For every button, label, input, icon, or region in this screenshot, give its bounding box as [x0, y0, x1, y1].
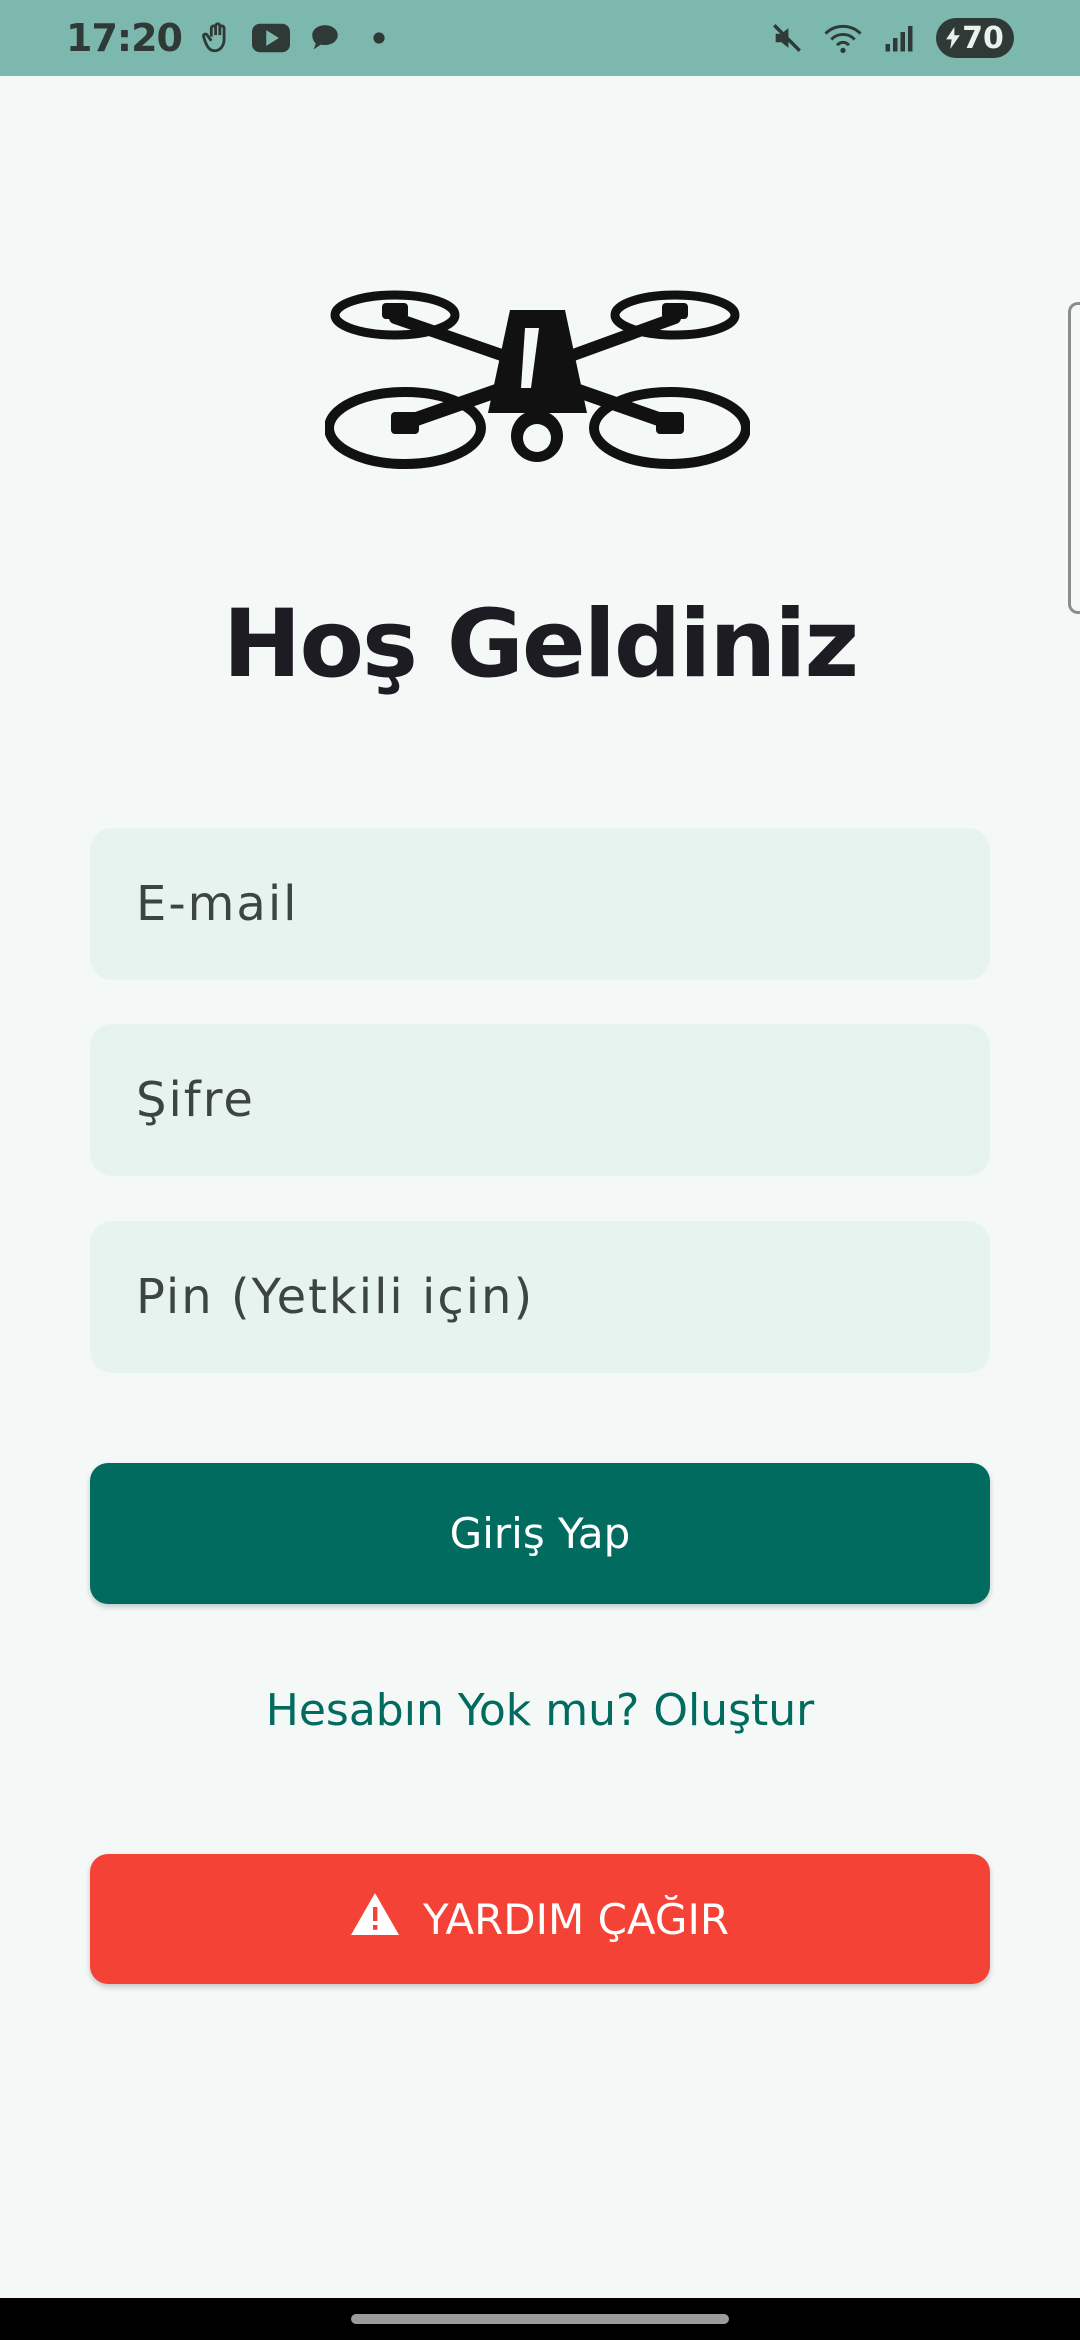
mute-icon [768, 19, 806, 57]
navigation-bar [0, 2298, 1080, 2340]
pin-field[interactable] [90, 1221, 990, 1373]
help-button-label: YARDIM ÇAĞIR [422, 1894, 730, 1944]
password-input[interactable] [136, 1072, 990, 1128]
side-panel-handle[interactable] [1068, 302, 1080, 614]
status-left: 17:20 [66, 16, 398, 60]
chat-icon [306, 19, 344, 57]
hand-icon [198, 19, 236, 57]
email-field[interactable] [90, 828, 990, 980]
signal-icon [880, 19, 918, 57]
pin-input[interactable] [136, 1269, 990, 1325]
battery-level: 70 [962, 20, 1004, 56]
register-link[interactable]: Hesabın Yok mu? Oluştur [0, 1685, 1080, 1736]
dot-icon [360, 19, 398, 57]
status-bar: 17:20 70 [0, 0, 1080, 76]
status-time: 17:20 [66, 16, 183, 60]
email-input[interactable] [136, 876, 990, 932]
warning-icon [350, 1893, 399, 1945]
youtube-icon [251, 19, 290, 57]
battery-icon: 70 [936, 18, 1014, 58]
home-indicator[interactable] [351, 2314, 729, 2324]
password-field[interactable] [90, 1024, 990, 1176]
login-button[interactable]: Giriş Yap [90, 1463, 990, 1604]
wifi-icon [824, 19, 862, 57]
help-button[interactable]: YARDIM ÇAĞIR [90, 1854, 990, 1984]
drone-icon [325, 290, 750, 469]
page-title: Hoş Geldiniz [222, 590, 859, 699]
status-right: 70 [768, 18, 1014, 58]
